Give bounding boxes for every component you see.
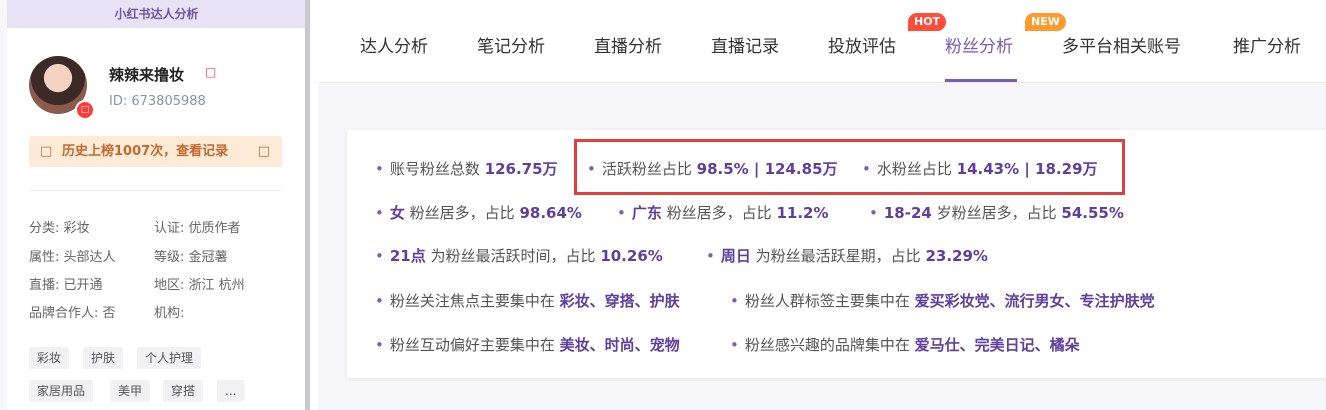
stat-region: • 广东 粉丝居多，占比 11.2% <box>617 202 829 223</box>
bullet: • <box>375 160 384 178</box>
tag-item[interactable]: 美甲 <box>110 380 151 402</box>
bullet: • <box>375 204 384 222</box>
stat-brand-interest: • 粉丝感兴趣的品牌集中在 爱马仕、完美日记、橘朵 <box>730 334 1080 355</box>
stat-label: 为粉丝最活跃时间，占比 <box>430 247 596 265</box>
new-badge: NEW <box>1025 13 1066 31</box>
tab-influencer-analysis[interactable]: 达人分析 <box>360 32 428 57</box>
attr-category: 分类: 彩妆 <box>29 221 90 236</box>
divider <box>29 190 282 191</box>
stat-key: 女 <box>389 204 405 222</box>
stat-value: 98.64% <box>519 204 582 222</box>
stat-total-fans: • 账号粉丝总数 126.75万 <box>375 158 558 179</box>
tab-multi-platform-accounts[interactable]: 多平台相关账号 <box>1062 32 1181 57</box>
stat-focus-topics: • 粉丝关注焦点主要集中在 彩妆、穿搭、护肤 <box>375 290 680 311</box>
arrow-right-icon: □ <box>257 144 270 159</box>
tab-promotion-analysis[interactable]: 推广分析 <box>1233 32 1301 57</box>
hot-badge: HOT <box>908 13 947 31</box>
stat-key: 广东 <box>631 204 662 222</box>
stat-label: 粉丝感兴趣的品牌集中在 <box>744 336 910 354</box>
tag-item[interactable]: 家居用品 <box>29 380 94 402</box>
stat-gender: • 女 粉丝居多，占比 98.64% <box>375 202 582 223</box>
history-ranking-text: 历史上榜1007次，查看记录 <box>62 144 229 159</box>
attr-agency: 机构: <box>154 306 185 321</box>
stat-label: 岁粉丝居多，占比 <box>936 204 1057 222</box>
attr-region: 地区: 浙江 杭州 <box>154 278 245 293</box>
stat-active-time: • 21点 为粉丝最活跃时间，占比 10.26% <box>375 245 663 266</box>
tag-more[interactable]: ... <box>217 380 245 402</box>
stat-age: • 18-24 岁粉丝居多，占比 54.55% <box>869 202 1124 223</box>
attr-brand-partner: 品牌合作人: 否 <box>29 306 116 321</box>
stat-label: 粉丝互动偏好主要集中在 <box>389 336 555 354</box>
platform-badge-icon: □ <box>75 100 95 120</box>
stat-label: 粉丝人群标签主要集中在 <box>744 292 910 310</box>
stat-audience-tags: • 粉丝人群标签主要集中在 爱买彩妆党、流行男女、专注护肤党 <box>730 290 1155 311</box>
tag-item[interactable]: 彩妆 <box>29 347 70 369</box>
stat-label: 粉丝居多，占比 <box>409 204 515 222</box>
active-tab-underline <box>945 79 1017 82</box>
stat-value: 爱买彩妆党、流行男女、专注护肤党 <box>914 292 1155 310</box>
stat-label: 为粉丝最活跃星期，占比 <box>755 247 921 265</box>
tag-item[interactable]: 个人护理 <box>137 347 202 369</box>
stat-key: 21点 <box>389 247 426 265</box>
stat-value: 54.55% <box>1061 204 1124 222</box>
clock-icon: □ <box>40 144 53 159</box>
stat-value: 彩妆、穿搭、护肤 <box>559 292 680 310</box>
profile-name: 辣辣来撸妆 <box>109 66 185 84</box>
bullet: • <box>730 336 739 354</box>
stat-key: 周日 <box>720 247 751 265</box>
tab-live-analysis[interactable]: 直播分析 <box>594 32 662 57</box>
history-ranking-link[interactable]: □ 历史上榜1007次，查看记录 □ <box>29 136 282 167</box>
stat-value: 爱马仕、完美日记、橘朵 <box>914 336 1080 354</box>
attr-level: 等级: 金冠薯 <box>154 250 228 265</box>
profile-id: ID: 673805988 <box>109 94 206 109</box>
tab-live-records[interactable]: 直播记录 <box>711 32 779 57</box>
stat-interaction-preference: • 粉丝互动偏好主要集中在 美妆、时尚、宠物 <box>375 334 680 355</box>
attr-live: 直播: 已开通 <box>29 278 103 293</box>
verified-icon: □ <box>205 65 217 79</box>
highlight-box <box>574 139 1125 195</box>
stat-value: 126.75万 <box>484 160 558 178</box>
stat-value: 10.26% <box>600 247 663 265</box>
sidebar-scrollbar[interactable] <box>305 0 310 410</box>
attr-type: 属性: 头部达人 <box>29 250 116 265</box>
avatar[interactable]: □ <box>29 56 95 120</box>
bullet: • <box>617 204 626 222</box>
attr-certification: 认证: 优质作者 <box>154 221 241 236</box>
tab-note-analysis[interactable]: 笔记分析 <box>477 32 545 57</box>
bullet: • <box>375 336 384 354</box>
tag-item[interactable]: 穿搭 <box>163 380 204 402</box>
bullet: • <box>375 292 384 310</box>
stat-value: 美妆、时尚、宠物 <box>559 336 680 354</box>
tab-ad-evaluation[interactable]: 投放评估 <box>828 32 896 57</box>
bullet: • <box>730 292 739 310</box>
sidebar-header: 小红书达人分析 <box>7 0 306 28</box>
bullet: • <box>706 247 715 265</box>
stat-active-weekday: • 周日 为粉丝最活跃星期，占比 23.29% <box>706 245 988 266</box>
stat-label: 粉丝关注焦点主要集中在 <box>389 292 555 310</box>
stat-value: 11.2% <box>776 204 829 222</box>
stat-label: 账号粉丝总数 <box>389 160 480 178</box>
stat-value: 23.29% <box>925 247 988 265</box>
bullet: • <box>375 247 384 265</box>
bullet: • <box>869 204 878 222</box>
stat-key: 18-24 <box>883 204 932 222</box>
tab-fan-analysis[interactable]: 粉丝分析 <box>945 32 1013 57</box>
tag-item[interactable]: 护肤 <box>83 347 124 369</box>
stat-label: 粉丝居多，占比 <box>666 204 772 222</box>
